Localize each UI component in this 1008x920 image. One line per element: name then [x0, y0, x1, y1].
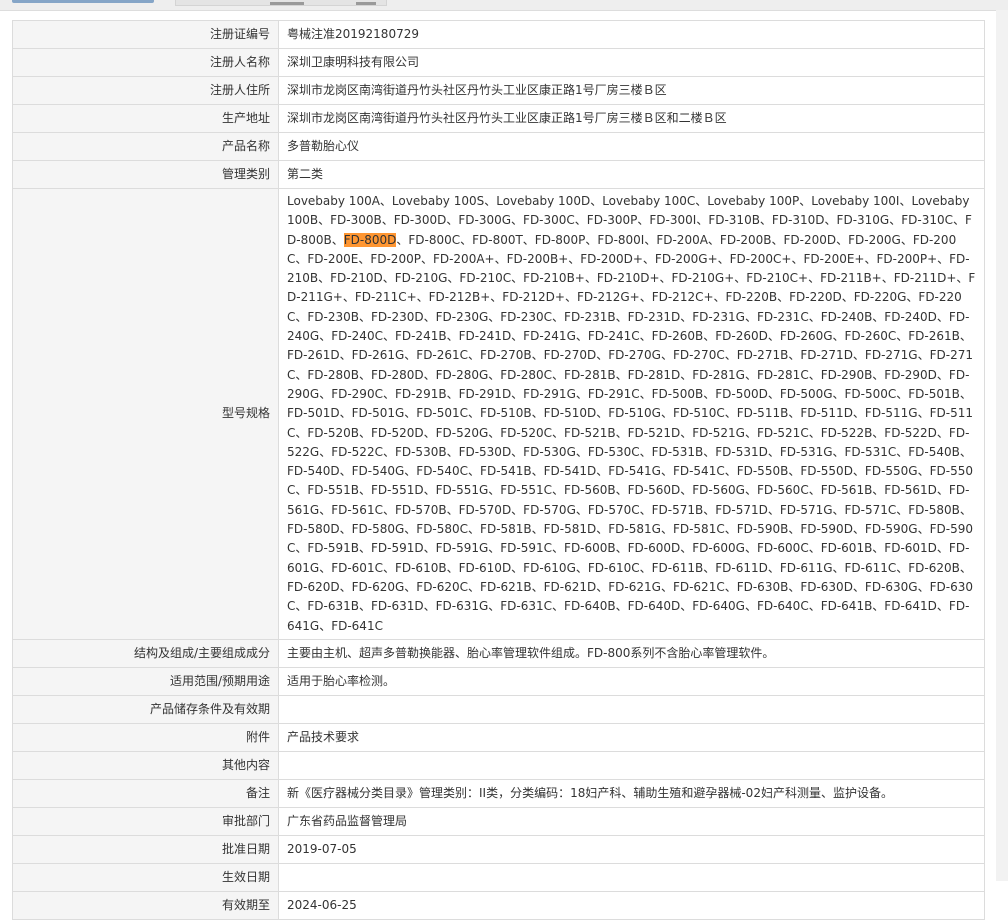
field-label-remark: 备注: [12, 778, 279, 808]
field-label-attachment: 附件: [12, 722, 279, 752]
table-row: 有效期至 2024-06-25: [12, 890, 985, 920]
table-row: 结构及组成/主要组成成分 主要由主机、超声多普勒换能器、胎心率管理软件组成。FD…: [12, 638, 985, 668]
field-value-effective-date: [278, 862, 985, 892]
field-value-other: [278, 750, 985, 780]
field-label-reg-no: 注册证编号: [12, 20, 279, 49]
top-bar-text-fragment: [356, 2, 376, 5]
top-bar-text-fragment: [270, 2, 304, 5]
table-row: 型号规格 Lovebaby 100A、Lovebaby 100S、Lovebab…: [12, 188, 985, 640]
field-value-address: 深圳市龙岗区南湾街道丹竹头社区丹竹头工业区康正路1号厂房三楼Ｂ区: [278, 76, 985, 105]
field-label-structure: 结构及组成/主要组成成分: [12, 638, 279, 668]
table-row: 注册证编号 粤械注准20192180729: [12, 20, 985, 49]
field-value-approval-dept: 广东省药品监督管理局: [278, 806, 985, 836]
top-bar-link-fragment[interactable]: [12, 0, 154, 3]
field-label-category: 管理类别: [12, 160, 279, 189]
field-value-category: 第二类: [278, 160, 985, 189]
table-row: 其他内容: [12, 750, 985, 780]
field-value-remark: 新《医疗器械分类目录》管理类别：II类，分类编码：18妇产科、辅助生殖和避孕器械…: [278, 778, 985, 808]
field-label-registrant: 注册人名称: [12, 48, 279, 77]
field-value-structure: 主要由主机、超声多普勒换能器、胎心率管理软件组成。FD-800系列不含胎心率管理…: [278, 638, 985, 668]
field-label-approval-date: 批准日期: [12, 834, 279, 864]
table-row: 产品名称 多普勒胎心仪: [12, 132, 985, 161]
table-row: 审批部门 广东省药品监督管理局: [12, 806, 985, 836]
field-value-registrant: 深圳卫康明科技有限公司: [278, 48, 985, 77]
table-row: 产品储存条件及有效期: [12, 694, 985, 724]
top-bar: [0, 0, 1008, 11]
table-row: 生效日期: [12, 862, 985, 892]
field-label-models: 型号规格: [12, 188, 279, 640]
models-text-after: 、FD-800C、FD-800T、FD-800P、FD-800I、FD-200A…: [287, 232, 976, 633]
field-label-production-address: 生产地址: [12, 104, 279, 133]
field-value-product-name: 多普勒胎心仪: [278, 132, 985, 161]
table-row: 注册人名称 深圳卫康明科技有限公司: [12, 48, 985, 77]
table-row: 适用范围/预期用途 适用于胎心率检测。: [12, 666, 985, 696]
page-scrollbar[interactable]: [996, 10, 1008, 881]
table-row: 批准日期 2019-07-05: [12, 834, 985, 864]
field-value-approval-date: 2019-07-05: [278, 834, 985, 864]
search-highlight: FD-800D: [343, 232, 397, 247]
table-row: 注册人住所 深圳市龙岗区南湾街道丹竹头社区丹竹头工业区康正路1号厂房三楼Ｂ区: [12, 76, 985, 105]
field-label-expiry-date: 有效期至: [12, 890, 279, 920]
field-value-attachment: 产品技术要求: [278, 722, 985, 752]
field-value-reg-no: 粤械注准20192180729: [278, 20, 985, 49]
field-label-product-name: 产品名称: [12, 132, 279, 161]
field-value-scope: 适用于胎心率检测。: [278, 666, 985, 696]
field-label-scope: 适用范围/预期用途: [12, 666, 279, 696]
table-row: 生产地址 深圳市龙岗区南湾街道丹竹头社区丹竹头工业区康正路1号厂房三楼Ｂ区和二楼…: [12, 104, 985, 133]
table-row: 管理类别 第二类: [12, 160, 985, 189]
field-value-models: Lovebaby 100A、Lovebaby 100S、Lovebaby 100…: [278, 188, 985, 640]
table-row: 备注 新《医疗器械分类目录》管理类别：II类，分类编码：18妇产科、辅助生殖和避…: [12, 778, 985, 808]
field-value-expiry-date: 2024-06-25: [278, 890, 985, 920]
field-label-effective-date: 生效日期: [12, 862, 279, 892]
field-label-other: 其他内容: [12, 750, 279, 780]
field-label-address: 注册人住所: [12, 76, 279, 105]
field-label-approval-dept: 审批部门: [12, 806, 279, 836]
field-value-storage: [278, 694, 985, 724]
table-row: 附件 产品技术要求: [12, 722, 985, 752]
field-label-storage: 产品储存条件及有效期: [12, 694, 279, 724]
registration-detail-table: 注册证编号 粤械注准20192180729 注册人名称 深圳卫康明科技有限公司 …: [12, 20, 985, 920]
field-value-production-address: 深圳市龙岗区南湾街道丹竹头社区丹竹头工业区康正路1号厂房三楼Ｂ区和二楼Ｂ区: [278, 104, 985, 133]
